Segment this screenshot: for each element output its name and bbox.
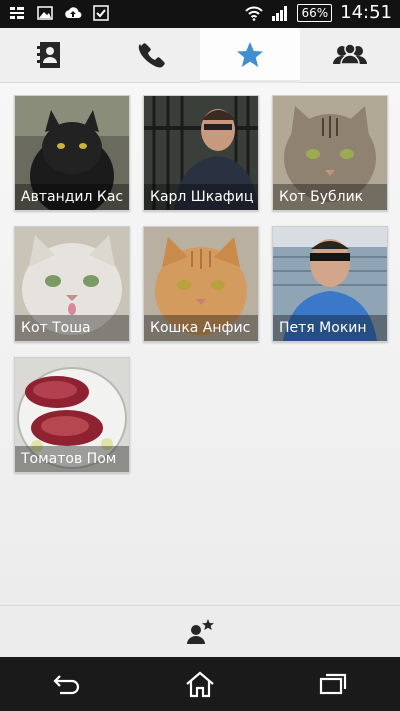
favorite-contact-card[interactable]: Томатов Пом — [14, 357, 130, 473]
back-button[interactable] — [37, 662, 97, 706]
add-favorite-button[interactable] — [176, 610, 224, 654]
contact-name: Кот Тоша — [15, 315, 129, 341]
tab-contacts[interactable] — [0, 28, 100, 82]
favorite-contact-card[interactable]: Кот Тоша — [14, 226, 130, 342]
address-book-icon — [37, 42, 60, 68]
tab-phone[interactable] — [100, 28, 200, 82]
recent-apps-button[interactable] — [303, 662, 363, 706]
usb-icon — [10, 7, 24, 19]
home-icon — [186, 671, 214, 698]
home-button[interactable] — [170, 662, 230, 706]
battery-indicator: 66% — [297, 3, 333, 22]
signal-icon — [272, 5, 288, 21]
contact-name: Автандил Кас — [15, 184, 129, 210]
recent-apps-icon — [320, 673, 347, 695]
favorite-contact-card[interactable]: Кот Бублик — [272, 95, 388, 211]
star-icon — [237, 42, 263, 67]
favorites-panel: Автандил Кас Карл Шкафиц Кот Бублик Кот … — [0, 83, 400, 605]
contact-name: Кот Бублик — [273, 184, 387, 210]
favorite-contact-card[interactable]: Петя Мокин — [272, 226, 388, 342]
tab-bar — [0, 28, 400, 83]
clock: 14:51 — [340, 2, 392, 23]
favorite-contact-card[interactable]: Кошка Анфис — [143, 226, 259, 342]
navigation-bar — [0, 657, 400, 711]
contact-name: Кошка Анфис — [144, 315, 258, 341]
contact-name: Карл Шкафиц — [144, 184, 258, 210]
contact-name: Петя Мокин — [273, 315, 387, 341]
cloud-upload-icon — [65, 7, 82, 19]
system-icons: 66% 14:51 — [245, 2, 392, 23]
contact-name: Томатов Пом — [15, 446, 129, 472]
favorites-grid: Автандил Кас Карл Шкафиц Кот Бублик Кот … — [14, 95, 388, 473]
checkbox-icon — [93, 5, 109, 21]
notification-icons — [8, 4, 110, 22]
groups-icon — [333, 43, 367, 65]
tab-groups[interactable] — [300, 28, 400, 82]
back-icon — [53, 675, 79, 695]
favorite-contact-card[interactable]: Карл Шкафиц — [143, 95, 259, 211]
wifi-icon — [245, 6, 264, 21]
bottom-toolbar — [0, 605, 400, 658]
status-bar: 66% 14:51 — [0, 0, 400, 28]
tab-favorites[interactable] — [200, 28, 300, 83]
favorite-contact-card[interactable]: Автандил Кас — [14, 95, 130, 211]
phone-icon — [138, 43, 165, 68]
person-star-icon — [187, 619, 214, 644]
image-icon — [37, 6, 53, 20]
